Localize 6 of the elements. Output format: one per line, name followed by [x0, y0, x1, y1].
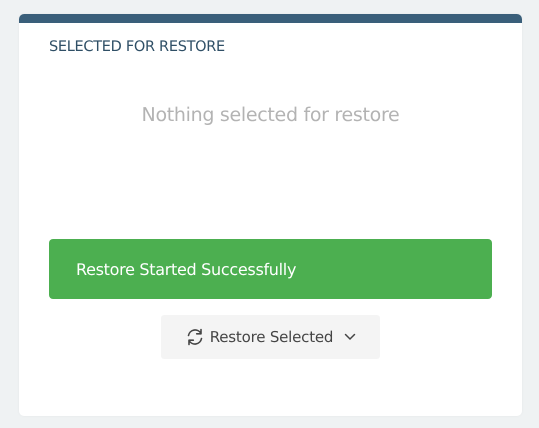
success-alert: Restore Started Successfully: [49, 239, 492, 299]
refresh-icon: [184, 327, 205, 347]
restore-selected-button[interactable]: Restore Selected: [161, 315, 380, 359]
empty-message: Nothing selected for restore: [142, 104, 400, 128]
panel-title: SELECTED FOR RESTORE: [49, 39, 226, 57]
caret-icon: [344, 333, 356, 341]
